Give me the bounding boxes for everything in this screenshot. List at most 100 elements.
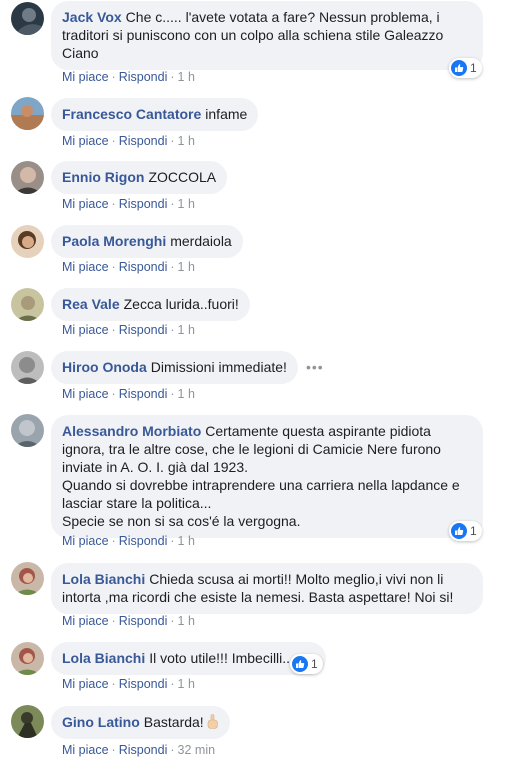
timestamp[interactable]: 1 h — [178, 677, 195, 691]
like-button[interactable]: Mi piace — [62, 197, 109, 211]
comment-bubble: Alessandro Morbiato Certamente questa asp… — [51, 415, 483, 538]
comment-text: ignora, tra le altre cose, che le legion… — [62, 441, 441, 457]
comment-actions: Mi piace · Rispondi · 1 h — [62, 386, 195, 402]
comment-actions: Mi piace · Rispondi · 1 h — [62, 533, 195, 549]
like-icon — [451, 60, 467, 76]
reply-button[interactable]: Rispondi — [119, 260, 168, 274]
separator: · — [111, 134, 116, 148]
comment-text: Che c..... l'avete votata a fare? Nessun… — [125, 9, 440, 25]
timestamp[interactable]: 1 h — [178, 134, 195, 148]
reply-button[interactable]: Rispondi — [119, 743, 168, 757]
separator: · — [170, 134, 175, 148]
like-icon — [292, 656, 308, 672]
like-button[interactable]: Mi piace — [62, 70, 109, 84]
avatar[interactable] — [11, 642, 44, 675]
reply-button[interactable]: Rispondi — [119, 387, 168, 401]
more-options-icon[interactable]: ••• — [306, 359, 324, 375]
like-button[interactable]: Mi piace — [62, 534, 109, 548]
reply-button[interactable]: Rispondi — [119, 197, 168, 211]
comment-bubble: Gino Latino Bastarda! — [51, 706, 230, 739]
comment-text: Bastarda! — [143, 714, 204, 730]
separator: · — [111, 614, 116, 628]
avatar[interactable] — [11, 288, 44, 321]
like-button[interactable]: Mi piace — [62, 743, 109, 757]
comment-author[interactable]: Rea Vale — [62, 296, 120, 312]
comment-author[interactable]: Francesco Cantatore — [62, 106, 201, 122]
timestamp[interactable]: 32 min — [178, 743, 216, 757]
comment-bubble: Jack Vox Che c..... l'avete votata a fare… — [51, 1, 483, 70]
avatar[interactable] — [11, 705, 44, 738]
separator: · — [111, 387, 116, 401]
separator: · — [111, 743, 116, 757]
comment-text: merdaiola — [170, 233, 232, 249]
comment-author[interactable]: Hiroo Onoda — [62, 359, 147, 375]
like-button[interactable]: Mi piace — [62, 614, 109, 628]
separator: · — [170, 260, 175, 274]
avatar[interactable] — [11, 351, 44, 384]
reply-button[interactable]: Rispondi — [119, 70, 168, 84]
reply-button[interactable]: Rispondi — [119, 677, 168, 691]
comment-author[interactable]: Ennio Rigon — [62, 169, 144, 185]
comment-text: Zecca lurida..fuori! — [123, 296, 239, 312]
comment-text: lasciar stare la politica... — [62, 495, 212, 511]
like-button[interactable]: Mi piace — [62, 260, 109, 274]
avatar[interactable] — [11, 97, 44, 130]
comment-actions: Mi piace · Rispondi · 1 h — [62, 613, 195, 629]
separator: · — [111, 677, 116, 691]
separator: · — [170, 614, 175, 628]
avatar[interactable] — [11, 2, 44, 35]
avatar[interactable] — [11, 225, 44, 258]
reaction-count[interactable]: 1 — [449, 58, 482, 78]
separator: · — [111, 534, 116, 548]
comment-author[interactable]: Gino Latino — [62, 714, 140, 730]
like-button[interactable]: Mi piace — [62, 323, 109, 337]
comment-actions: Mi piace · Rispondi · 1 h — [62, 322, 195, 338]
comment-text: Il voto utile!!! Imbecilli.. — [149, 650, 291, 666]
avatar[interactable] — [11, 414, 44, 447]
comment-bubble: Lola Bianchi Il voto utile!!! Imbecilli.. — [51, 642, 327, 675]
comment-text: infame — [205, 106, 248, 122]
reply-button[interactable]: Rispondi — [119, 323, 168, 337]
reaction-count[interactable]: 1 — [290, 654, 323, 674]
comment-actions: Mi piace · Rispondi · 1 h — [62, 133, 195, 149]
comment-text: intorta ,ma ricordi che esiste la nemesi… — [62, 589, 454, 605]
comment-text: traditori si puniscono con un colpo alla… — [62, 27, 444, 43]
separator: · — [170, 323, 175, 337]
timestamp[interactable]: 1 h — [178, 70, 195, 84]
like-button[interactable]: Mi piace — [62, 677, 109, 691]
reply-button[interactable]: Rispondi — [119, 534, 168, 548]
comment-text: Quando si dovrebbe intraprendere una car… — [62, 477, 460, 493]
comment-text: Dimissioni immediate! — [150, 359, 287, 375]
separator: · — [111, 323, 116, 337]
reply-button[interactable]: Rispondi — [119, 134, 168, 148]
comment-author[interactable]: Jack Vox — [62, 9, 122, 25]
comment-bubble: Paola Morenghi merdaiola — [51, 225, 243, 258]
separator: · — [170, 534, 175, 548]
middle-finger-emoji-icon — [206, 714, 219, 729]
avatar[interactable] — [11, 562, 44, 595]
comment-bubble: Francesco Cantatore infame — [51, 98, 259, 131]
comment-author[interactable]: Lola Bianchi — [62, 650, 145, 666]
comment-text: Specie se non si sa cos'é la vergogna. — [62, 513, 301, 529]
timestamp[interactable]: 1 h — [178, 260, 195, 274]
comment-author[interactable]: Lola Bianchi — [62, 571, 145, 587]
like-button[interactable]: Mi piace — [62, 134, 109, 148]
comment-text: Ciano — [62, 45, 99, 61]
like-button[interactable]: Mi piace — [62, 387, 109, 401]
separator: · — [170, 387, 175, 401]
reaction-count-value: 1 — [470, 524, 477, 538]
comment-author[interactable]: Paola Morenghi — [62, 233, 166, 249]
timestamp[interactable]: 1 h — [178, 387, 195, 401]
comment-actions: Mi piace · Rispondi · 1 h — [62, 196, 195, 212]
comment-text: inviate in A. O. I. già dal 1923. — [62, 459, 249, 475]
timestamp[interactable]: 1 h — [178, 614, 195, 628]
timestamp[interactable]: 1 h — [178, 534, 195, 548]
avatar[interactable] — [11, 161, 44, 194]
timestamp[interactable]: 1 h — [178, 197, 195, 211]
reply-button[interactable]: Rispondi — [119, 614, 168, 628]
separator: · — [170, 70, 175, 84]
reaction-count[interactable]: 1 — [449, 521, 482, 541]
comment-author[interactable]: Alessandro Morbiato — [62, 423, 201, 439]
timestamp[interactable]: 1 h — [178, 323, 195, 337]
comment-actions: Mi piace · Rispondi · 1 h — [62, 259, 195, 275]
